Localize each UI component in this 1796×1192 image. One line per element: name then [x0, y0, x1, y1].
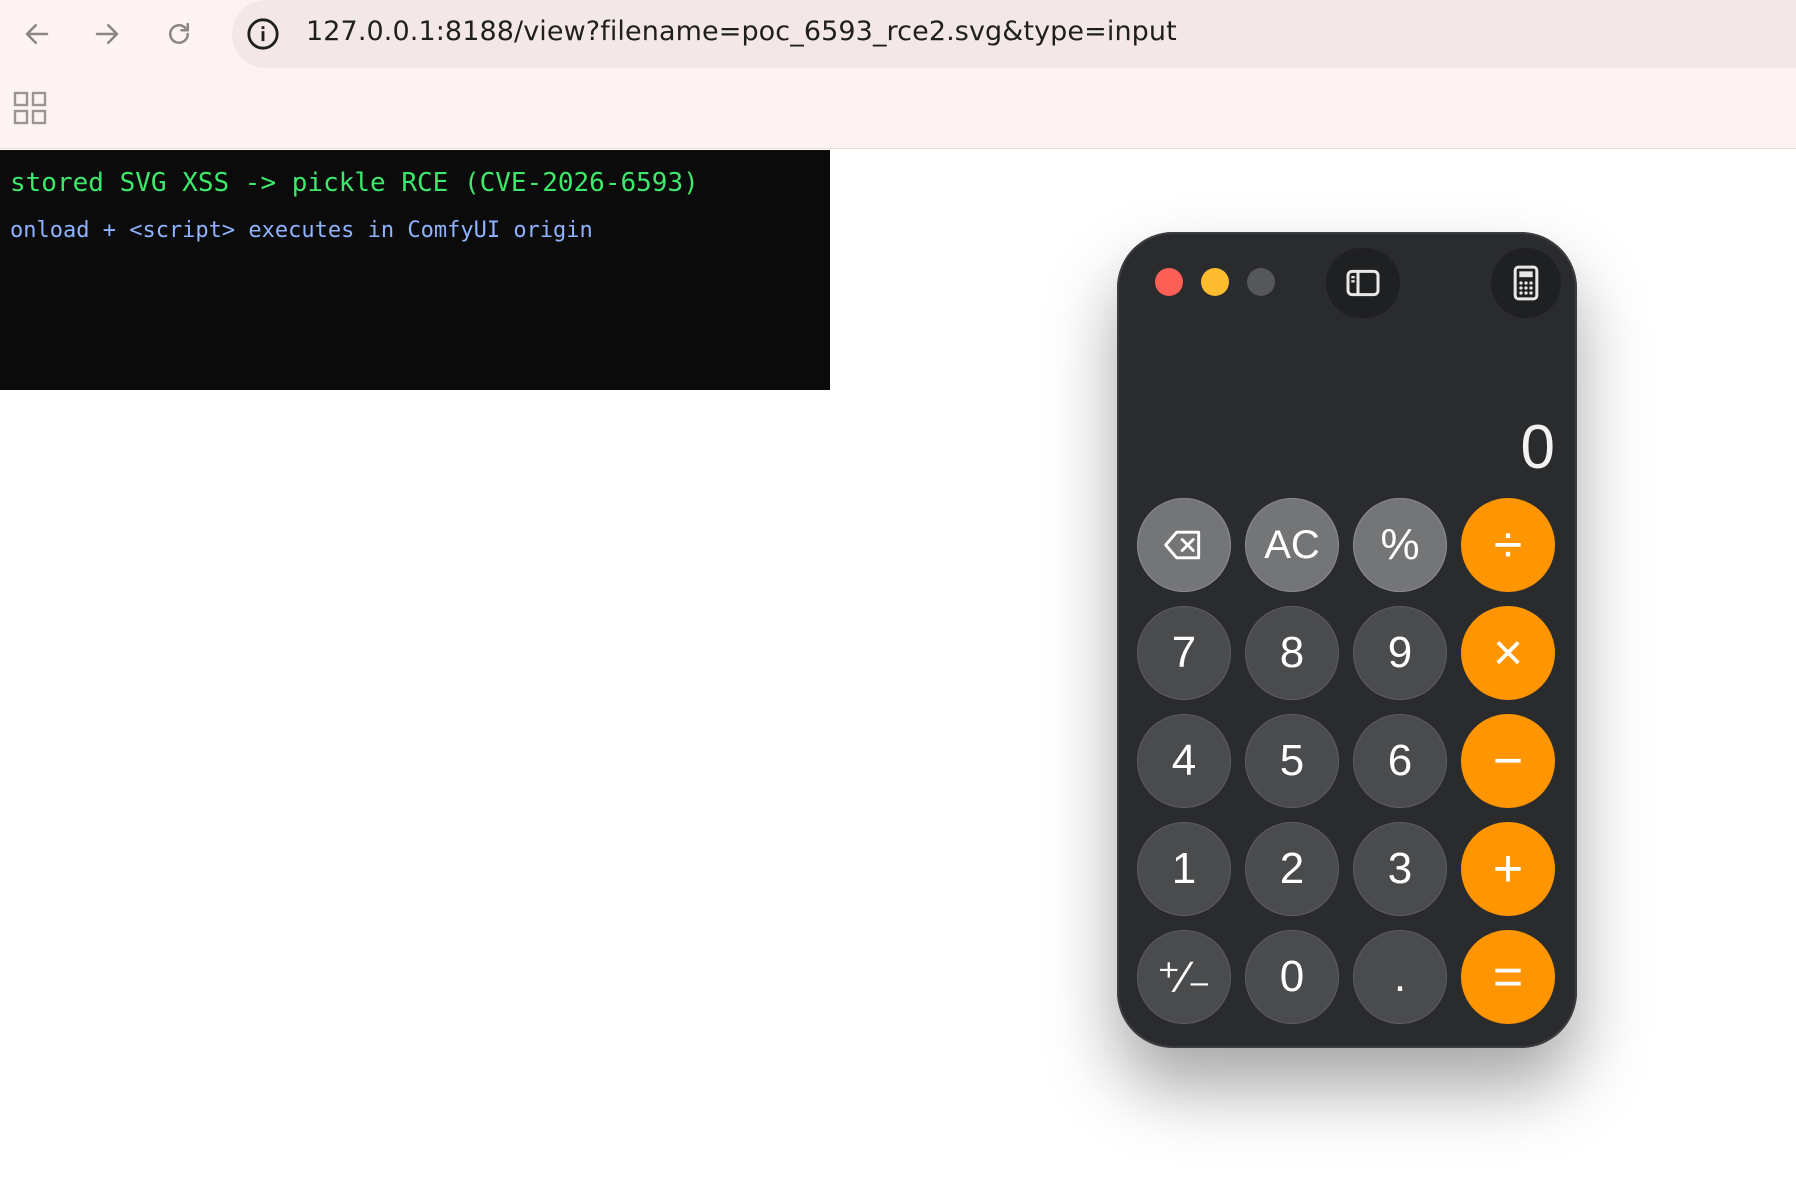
digit-6-key[interactable]: 6	[1353, 714, 1447, 808]
backspace-icon	[1164, 530, 1201, 560]
subtract-key[interactable]: −	[1461, 714, 1555, 808]
minimize-window-button[interactable]	[1201, 268, 1229, 296]
multiply-key[interactable]: ×	[1461, 606, 1555, 700]
digit-5-key[interactable]: 5	[1245, 714, 1339, 808]
key-label: 2	[1279, 844, 1305, 893]
zoom-window-button[interactable]	[1247, 268, 1275, 296]
mode-button[interactable]	[1491, 248, 1561, 318]
digit-8-key[interactable]: 8	[1245, 606, 1339, 700]
key-label: %	[1380, 520, 1420, 569]
arrow-left-icon	[25, 24, 49, 44]
divide-key[interactable]: ÷	[1461, 498, 1555, 592]
plus-minus-key[interactable]: ⁺∕₋	[1137, 930, 1231, 1024]
digit-7-key[interactable]: 7	[1137, 606, 1231, 700]
digit-4-key[interactable]: 4	[1137, 714, 1231, 808]
key-label: +	[1492, 840, 1524, 898]
key-label: −	[1492, 732, 1524, 790]
sidebar-toggle-button[interactable]	[1326, 248, 1400, 318]
key-label: 8	[1279, 628, 1305, 677]
backspace-key[interactable]	[1137, 498, 1231, 592]
reload-icon	[169, 22, 189, 44]
key-label: 5	[1279, 736, 1305, 785]
add-key[interactable]: +	[1461, 822, 1555, 916]
digit-0-key[interactable]: 0	[1245, 930, 1339, 1024]
percent-key[interactable]: %	[1353, 498, 1447, 592]
url-text[interactable]: 127.0.0.1:8188/view?filename=poc_6593_rc…	[306, 16, 1177, 47]
terminal-subtitle: onload + <script> executes in ComfyUI or…	[10, 218, 593, 243]
calculator-window: 0 AC% ÷ 7 8 9 × 4 5 6 − 1 2 3 + ⁺∕₋ 0. =	[1117, 232, 1577, 1048]
key-label: ÷	[1493, 516, 1523, 574]
key-label: ⁺∕₋	[1157, 952, 1211, 1002]
key-label: ×	[1492, 624, 1524, 682]
close-window-button[interactable]	[1155, 268, 1183, 296]
key-label: 9	[1387, 628, 1413, 677]
forward-button[interactable]	[84, 11, 130, 57]
info-icon[interactable]	[246, 17, 280, 51]
terminal-panel: stored SVG XSS -> pickle RCE (CVE-2026-6…	[0, 150, 830, 390]
calculator-icon	[1513, 265, 1539, 301]
address-bar[interactable]: 127.0.0.1:8188/view?filename=poc_6593_rc…	[232, 0, 1796, 68]
key-label: =	[1492, 948, 1524, 1006]
key-label: 6	[1387, 736, 1413, 785]
clear-key[interactable]: AC	[1245, 498, 1339, 592]
key-label: .	[1393, 952, 1407, 1001]
apps-grid-icon[interactable]	[12, 90, 48, 126]
arrow-right-icon	[95, 24, 119, 44]
decimal-key[interactable]: .	[1353, 930, 1447, 1024]
reload-button[interactable]	[156, 11, 202, 57]
digit-2-key[interactable]: 2	[1245, 822, 1339, 916]
digit-9-key[interactable]: 9	[1353, 606, 1447, 700]
equals-key[interactable]: =	[1461, 930, 1555, 1024]
key-label: 0	[1279, 952, 1305, 1001]
key-label: AC	[1264, 522, 1320, 567]
terminal-title: stored SVG XSS -> pickle RCE (CVE-2026-6…	[10, 168, 699, 198]
key-label: 7	[1171, 628, 1197, 677]
digit-1-key[interactable]: 1	[1137, 822, 1231, 916]
key-label: 1	[1171, 844, 1197, 893]
calculator-display: 0	[1520, 413, 1555, 482]
sidebar-icon	[1346, 269, 1380, 297]
back-button[interactable]	[14, 11, 60, 57]
key-label: 3	[1387, 844, 1413, 893]
browser-toolbar: 127.0.0.1:8188/view?filename=poc_6593_rc…	[0, 0, 1796, 149]
digit-3-key[interactable]: 3	[1353, 822, 1447, 916]
key-label: 4	[1171, 736, 1197, 785]
